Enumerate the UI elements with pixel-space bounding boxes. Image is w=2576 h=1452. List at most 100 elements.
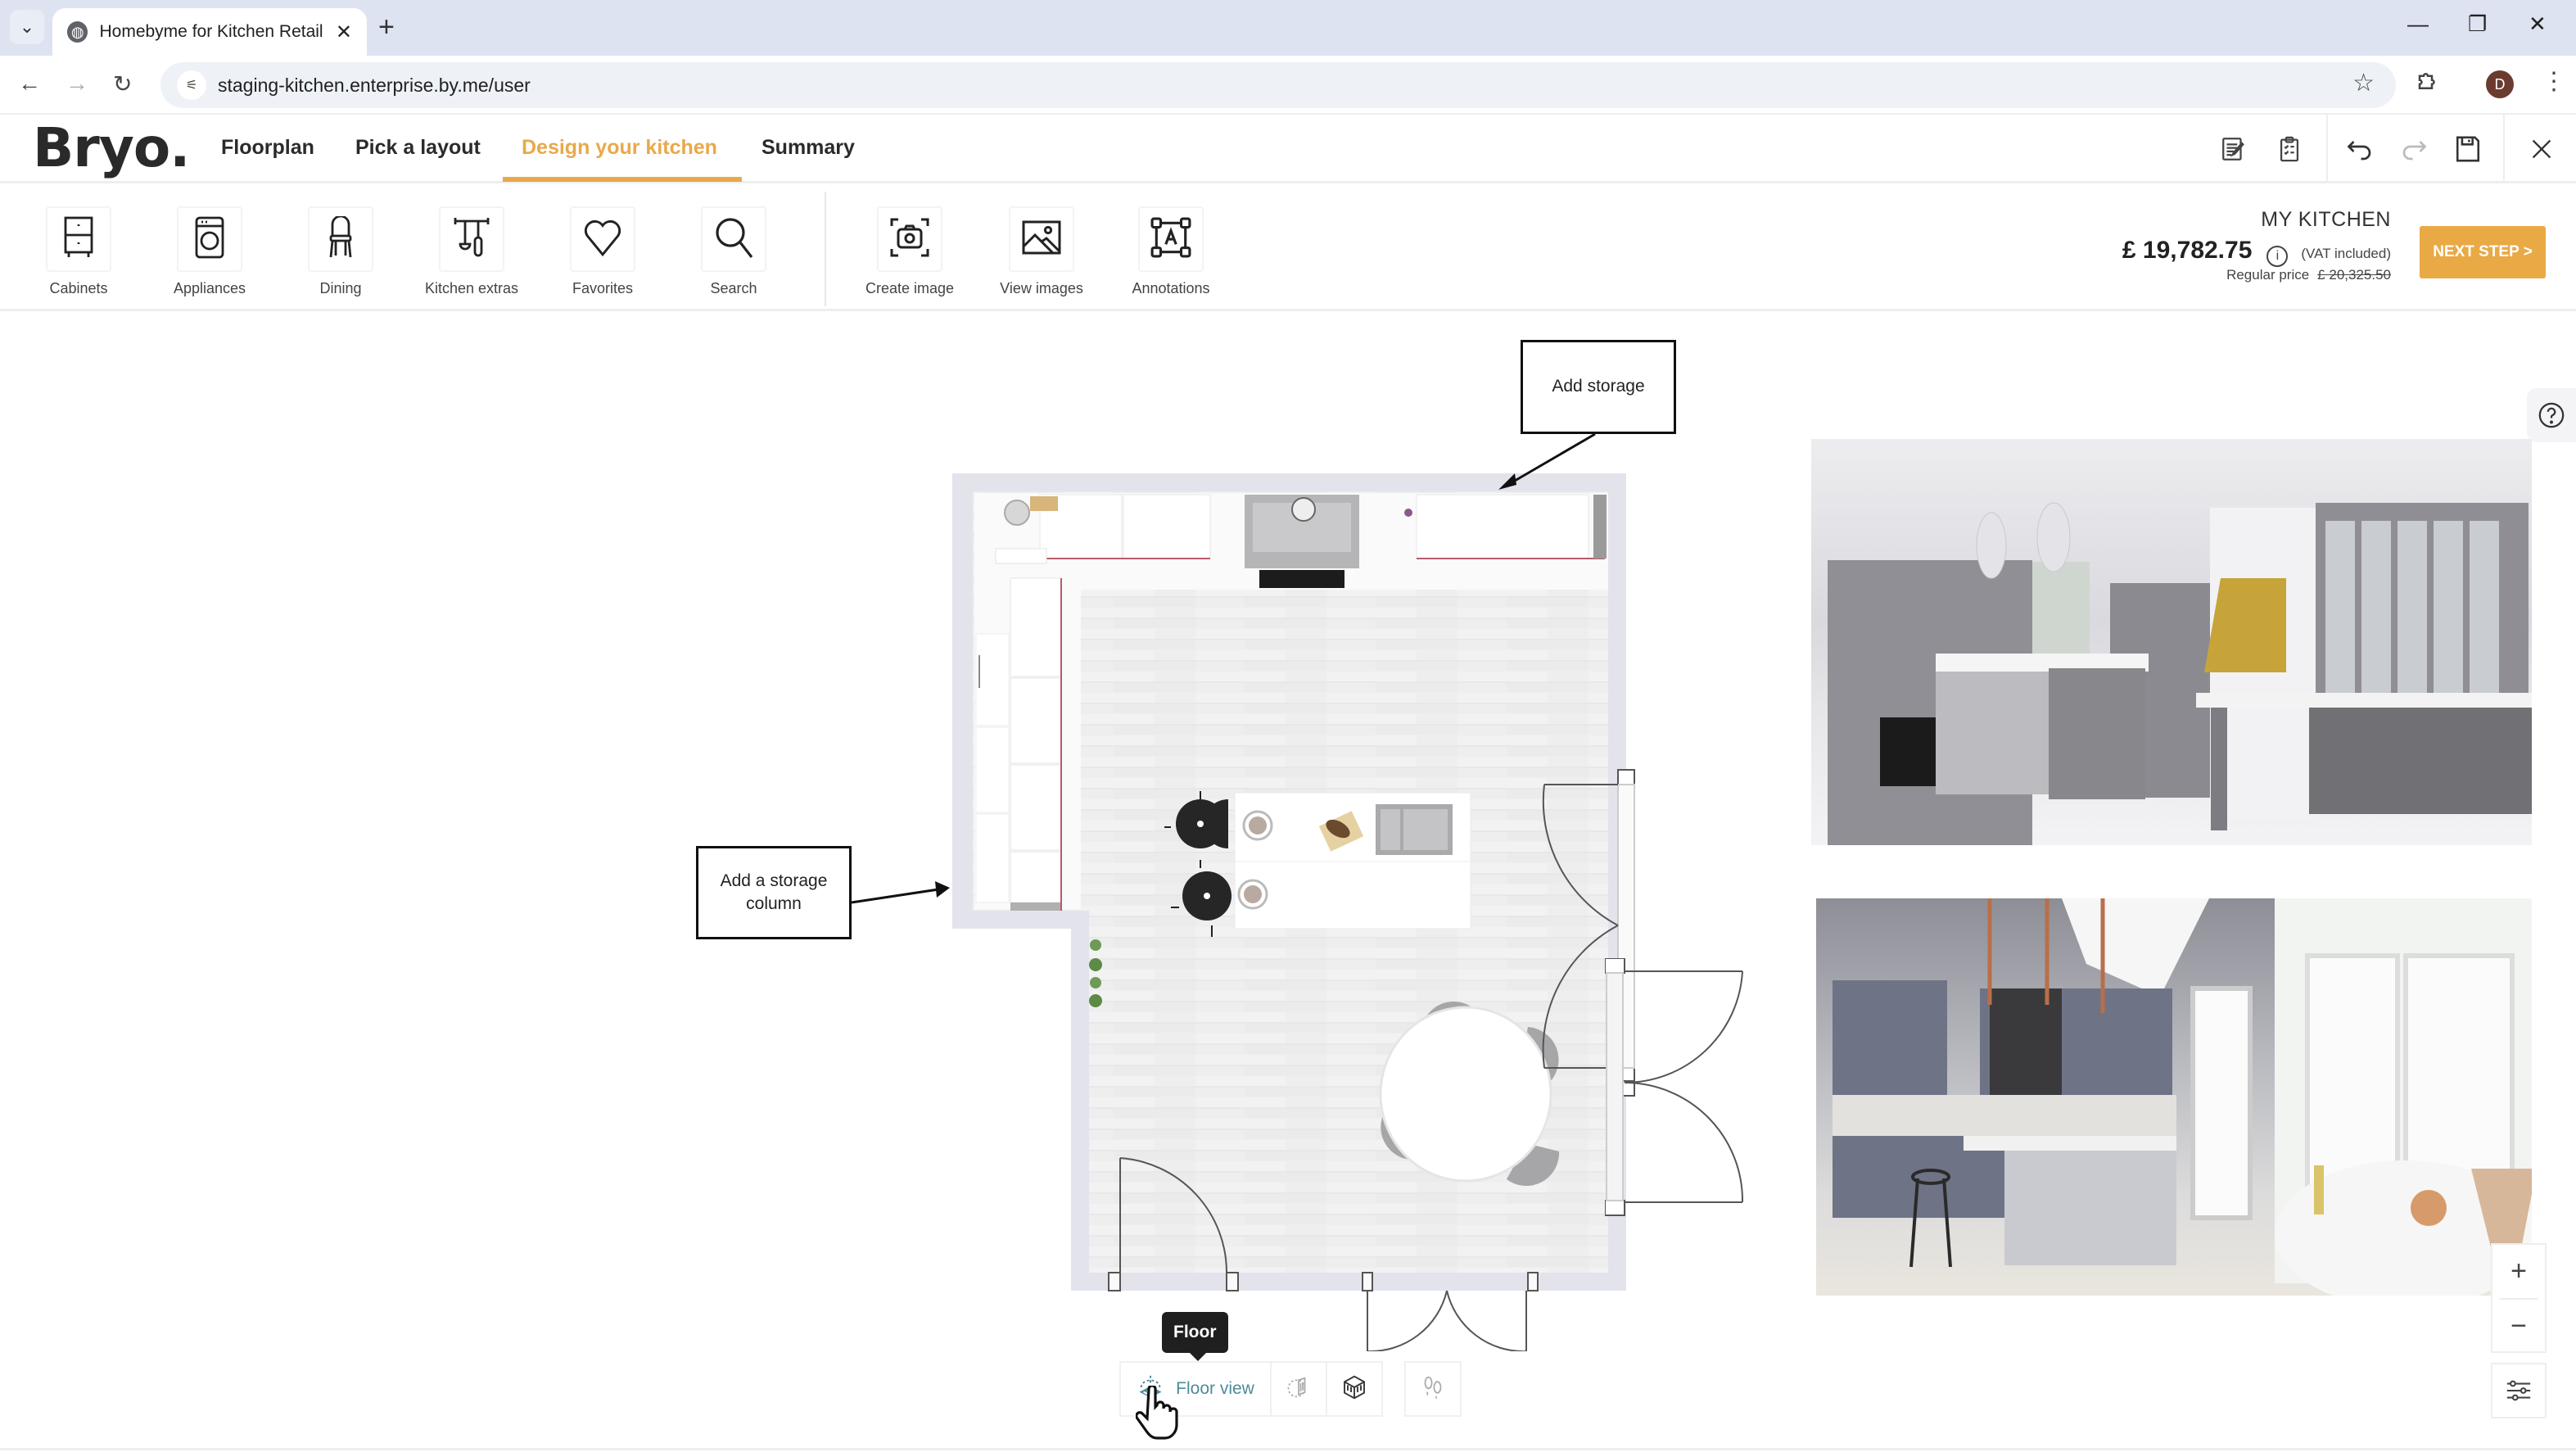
washing-machine-icon: [192, 216, 228, 263]
tool-kitchen-extras[interactable]: Kitchen extras: [423, 206, 521, 297]
kitchen-name: MY KITCHEN: [2261, 208, 2391, 231]
active-nav-indicator: [503, 177, 742, 182]
annotation-add-storage[interactable]: Add storage: [1521, 340, 1676, 434]
tool-label: Dining: [319, 280, 362, 296]
kitchen-island[interactable]: [1234, 792, 1471, 930]
browser-tab[interactable]: ◍ Homebyme for Kitchen Retailer ✕: [52, 8, 367, 56]
checklist-icon[interactable]: [2273, 133, 2306, 165]
puzzle-icon[interactable]: [2416, 69, 2440, 100]
close-icon: ✕: [2529, 11, 2547, 36]
reload-icon: ↻: [113, 71, 133, 97]
reload-button[interactable]: ↻: [113, 70, 132, 97]
redo-icon[interactable]: [2397, 133, 2430, 165]
tab-search-button[interactable]: ⌄: [10, 10, 44, 44]
annotation-text: Add storage: [1552, 377, 1645, 396]
restore-button[interactable]: ❐: [2468, 11, 2487, 37]
annotation-arrow: [1498, 432, 1596, 490]
undo-icon[interactable]: [2343, 133, 2376, 165]
annotation-text: Add a storage column: [720, 871, 828, 913]
tool-label: Appliances: [173, 280, 246, 296]
annotation-add-storage-column[interactable]: Add a storage column: [696, 846, 852, 939]
new-tab-button[interactable]: +: [378, 11, 395, 43]
tool-label: Annotations: [1132, 280, 1210, 296]
minimize-button[interactable]: —: [2407, 11, 2429, 37]
tool-label: Kitchen extras: [424, 280, 519, 296]
left-cabinet-run[interactable]: [974, 577, 1081, 911]
total-price: £ 19,782.75: [2122, 237, 2253, 264]
plus-icon: +: [378, 11, 395, 43]
annotation-arrow: [851, 881, 950, 904]
vat-note: (VAT included): [2301, 246, 2391, 261]
info-icon[interactable]: i: [2266, 246, 2289, 267]
help-button[interactable]: [2527, 388, 2576, 442]
star-icon[interactable]: ☆: [2352, 69, 2375, 97]
kitchen-summary: MY KITCHEN £ 19,782.75 i (VAT included) …: [2122, 208, 2391, 283]
regular-price: £ 20,325.50: [2317, 267, 2391, 283]
nav-design-your-kitchen[interactable]: Design your kitchen: [522, 136, 717, 160]
design-toolbar: Cabinets Appliances Dining Kitchen extra…: [0, 183, 2576, 311]
walk-view-button[interactable]: [1404, 1361, 1462, 1417]
save-icon[interactable]: [2452, 133, 2484, 165]
tool-favorites[interactable]: Favorites: [554, 206, 652, 297]
tool-label: Search: [710, 280, 757, 296]
zoom-in-button[interactable]: +: [2492, 1245, 2545, 1298]
help-icon: [2538, 402, 2565, 428]
cooktop[interactable]: [1259, 570, 1344, 588]
nav-floorplan[interactable]: Floorplan: [221, 136, 314, 160]
toolbar-divider: [825, 192, 826, 306]
floor-view-label: Floor view: [1176, 1379, 1254, 1398]
annotation-icon: [1150, 217, 1191, 262]
zoom-out-button[interactable]: −: [2492, 1300, 2545, 1353]
app-header: Bryo. Floorplan Pick a layout Design you…: [0, 115, 2576, 183]
tool-label: Favorites: [572, 280, 634, 296]
kitchen-render-photo[interactable]: [1816, 898, 2532, 1296]
close-icon[interactable]: ✕: [336, 20, 352, 44]
tool-cabinets[interactable]: Cabinets: [29, 206, 128, 297]
hand-cursor-icon: [1136, 1386, 1178, 1440]
header-divider: [2503, 115, 2505, 183]
tool-label: View images: [1000, 280, 1083, 296]
next-step-button[interactable]: NEXT STEP >: [2420, 226, 2546, 278]
notes-icon[interactable]: [2217, 133, 2250, 165]
patio-door[interactable]: [1605, 958, 1752, 1220]
url-text: staging-kitchen.enterprise.by.me/user: [218, 74, 531, 96]
close-window-button[interactable]: ✕: [2529, 11, 2547, 37]
header-divider: [2326, 115, 2328, 183]
kitchen-render-photo[interactable]: [1811, 439, 2532, 845]
tool-appliances[interactable]: Appliances: [160, 206, 259, 297]
chevron-down-icon: ⌄: [19, 16, 35, 37]
cabinet-icon: [61, 216, 97, 263]
design-canvas[interactable]: Add storage Add a storage column Floor F…: [0, 311, 2576, 1452]
url-input[interactable]: ⚟ staging-kitchen.enterprise.by.me/user …: [160, 62, 2396, 108]
heart-icon: [582, 219, 623, 260]
sliders-icon: [2506, 1380, 2531, 1401]
display-settings-button[interactable]: [2491, 1363, 2547, 1418]
search-icon: [713, 216, 754, 263]
tool-search[interactable]: Search: [685, 206, 783, 297]
utensils-icon: [452, 216, 491, 263]
chair-icon: [323, 215, 359, 263]
arrow-left-icon: ←: [18, 70, 41, 96]
nav-summary[interactable]: Summary: [762, 136, 855, 160]
close-icon[interactable]: [2525, 133, 2558, 165]
canvas-bottom-border: [0, 1448, 2576, 1450]
image-icon: [1022, 220, 1061, 259]
wall-view-button[interactable]: [1270, 1361, 1326, 1417]
tool-dining[interactable]: Dining: [291, 206, 390, 297]
tab-title: Homebyme for Kitchen Retailer: [99, 22, 323, 41]
profile-avatar[interactable]: D: [2486, 70, 2514, 98]
forward-button[interactable]: →: [66, 70, 88, 97]
top-cabinet-run[interactable]: [974, 493, 1608, 590]
logo: Bryo.: [33, 116, 190, 179]
tool-create-image[interactable]: Create image: [861, 206, 959, 297]
tool-label: Create image: [865, 280, 955, 296]
3d-room-button[interactable]: [1326, 1361, 1383, 1417]
tool-view-images[interactable]: View images: [992, 206, 1091, 297]
tool-annotations[interactable]: Annotations: [1122, 206, 1220, 297]
tune-icon[interactable]: ⚟: [177, 70, 206, 100]
walk-footprints-icon: [1421, 1375, 1444, 1404]
kebab-icon[interactable]: ⋮: [2542, 67, 2566, 96]
back-button[interactable]: ←: [18, 70, 41, 97]
nav-pick-a-layout[interactable]: Pick a layout: [355, 136, 481, 160]
minimize-icon: —: [2407, 11, 2429, 36]
